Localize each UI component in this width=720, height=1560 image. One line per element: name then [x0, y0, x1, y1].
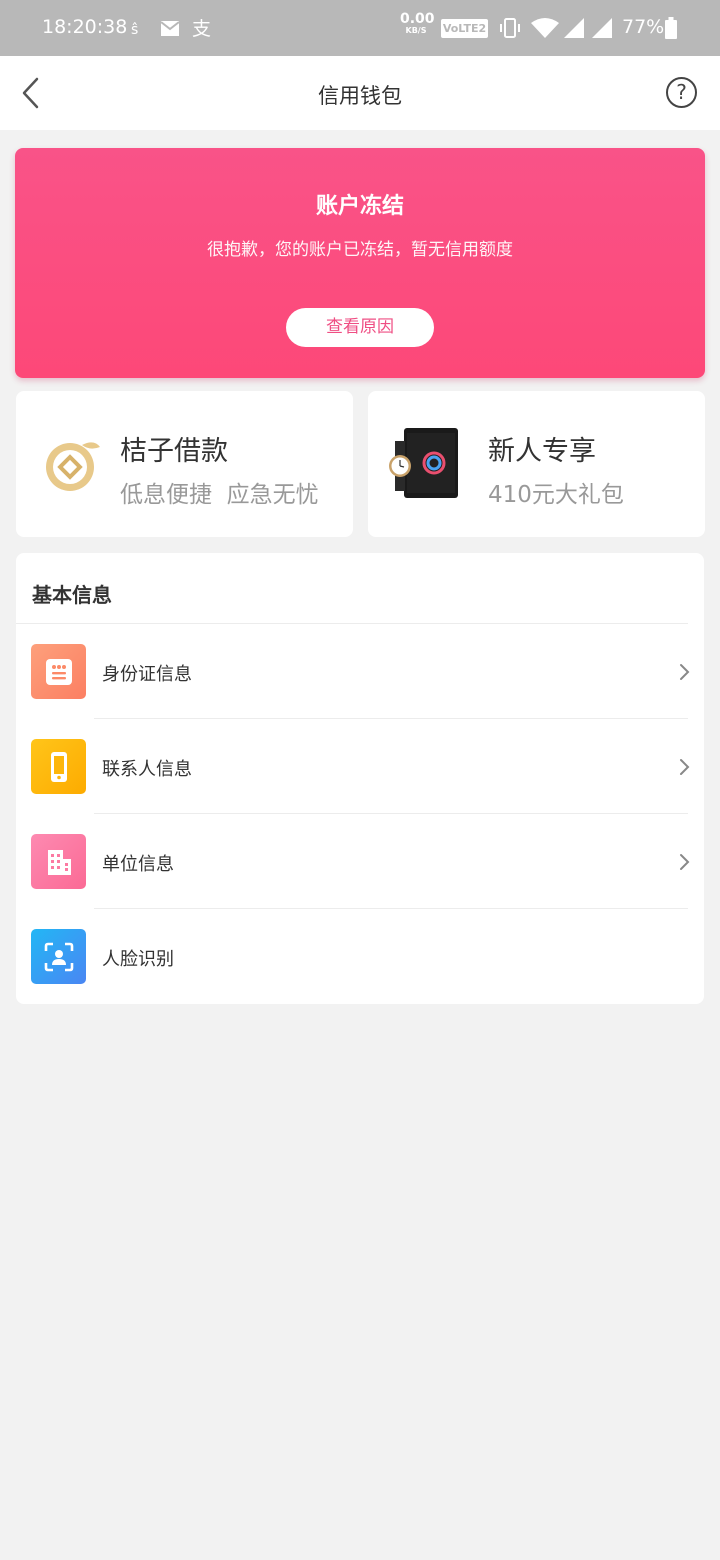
- promo-card-loan[interactable]: 桔子借款 低息便捷 应急无忧: [16, 391, 353, 537]
- row-label: 身份证信息: [102, 664, 192, 685]
- chevron-right-icon: [680, 664, 690, 680]
- id-card-icon: [31, 644, 86, 699]
- nav-bar: 信用钱包 ?: [0, 56, 720, 130]
- signal-icon-1: [562, 14, 586, 42]
- vibrate-icon: [498, 14, 522, 42]
- promo-subtitle: 低息便捷 应急无忧: [120, 482, 319, 508]
- orange-coin-icon: [46, 442, 100, 491]
- page-title: 信用钱包: [318, 84, 402, 108]
- wifi-icon: [530, 14, 560, 42]
- view-reason-button[interactable]: 查看原因: [286, 308, 434, 347]
- basic-info-card: 基本信息 身份证信息 联系人信息 单位信息 人脸识别: [16, 553, 704, 1004]
- network-speed: 0.00 KB/S: [400, 11, 435, 35]
- info-row-id-card[interactable]: 身份证信息: [16, 624, 704, 719]
- help-button[interactable]: ?: [666, 77, 697, 108]
- promo-title: 新人专享: [488, 436, 596, 467]
- banner-title: 账户冻结: [315, 194, 404, 219]
- chevron-right-icon: [680, 854, 690, 870]
- row-label: 单位信息: [102, 854, 174, 875]
- status-bar: 18:20:38 ŝ 支 0.00 KB/S VoLTE2 77%: [0, 0, 720, 56]
- section-header: 基本信息: [32, 583, 112, 607]
- promo-subtitle: 410元大礼包: [488, 482, 624, 508]
- row-label: 人脸识别: [102, 949, 174, 970]
- row-label: 联系人信息: [102, 759, 192, 780]
- notification-app-icon: ŝ: [128, 14, 148, 42]
- promo-title: 桔子借款: [120, 436, 228, 467]
- promo-card-newcomer[interactable]: 新人专享 410元大礼包: [368, 391, 705, 537]
- banner-subtitle: 很抱歉，您的账户已冻结，暂无信用额度: [207, 240, 513, 260]
- info-row-employer[interactable]: 单位信息: [16, 814, 704, 909]
- status-time: 18:20:38: [42, 16, 128, 38]
- volte-badge: VoLTE2: [441, 19, 488, 38]
- battery-percent: 77%: [622, 16, 665, 38]
- svg-text:ŝ: ŝ: [131, 22, 138, 38]
- info-row-face-recognition[interactable]: 人脸识别: [16, 909, 704, 1004]
- face-scan-icon: [31, 929, 86, 984]
- phone-and-watch-icon: [389, 428, 458, 498]
- account-frozen-banner: 账户冻结 很抱歉，您的账户已冻结，暂无信用额度 查看原因: [15, 148, 705, 378]
- alipay-icon: 支: [190, 14, 216, 42]
- info-row-contacts[interactable]: 联系人信息: [16, 719, 704, 814]
- mail-icon: [158, 14, 182, 42]
- battery-icon: [664, 14, 678, 42]
- phone-icon: [31, 739, 86, 794]
- chevron-right-icon: [680, 759, 690, 775]
- signal-icon-2: [590, 14, 614, 42]
- svg-text:支: 支: [192, 18, 211, 39]
- building-icon: [31, 834, 86, 889]
